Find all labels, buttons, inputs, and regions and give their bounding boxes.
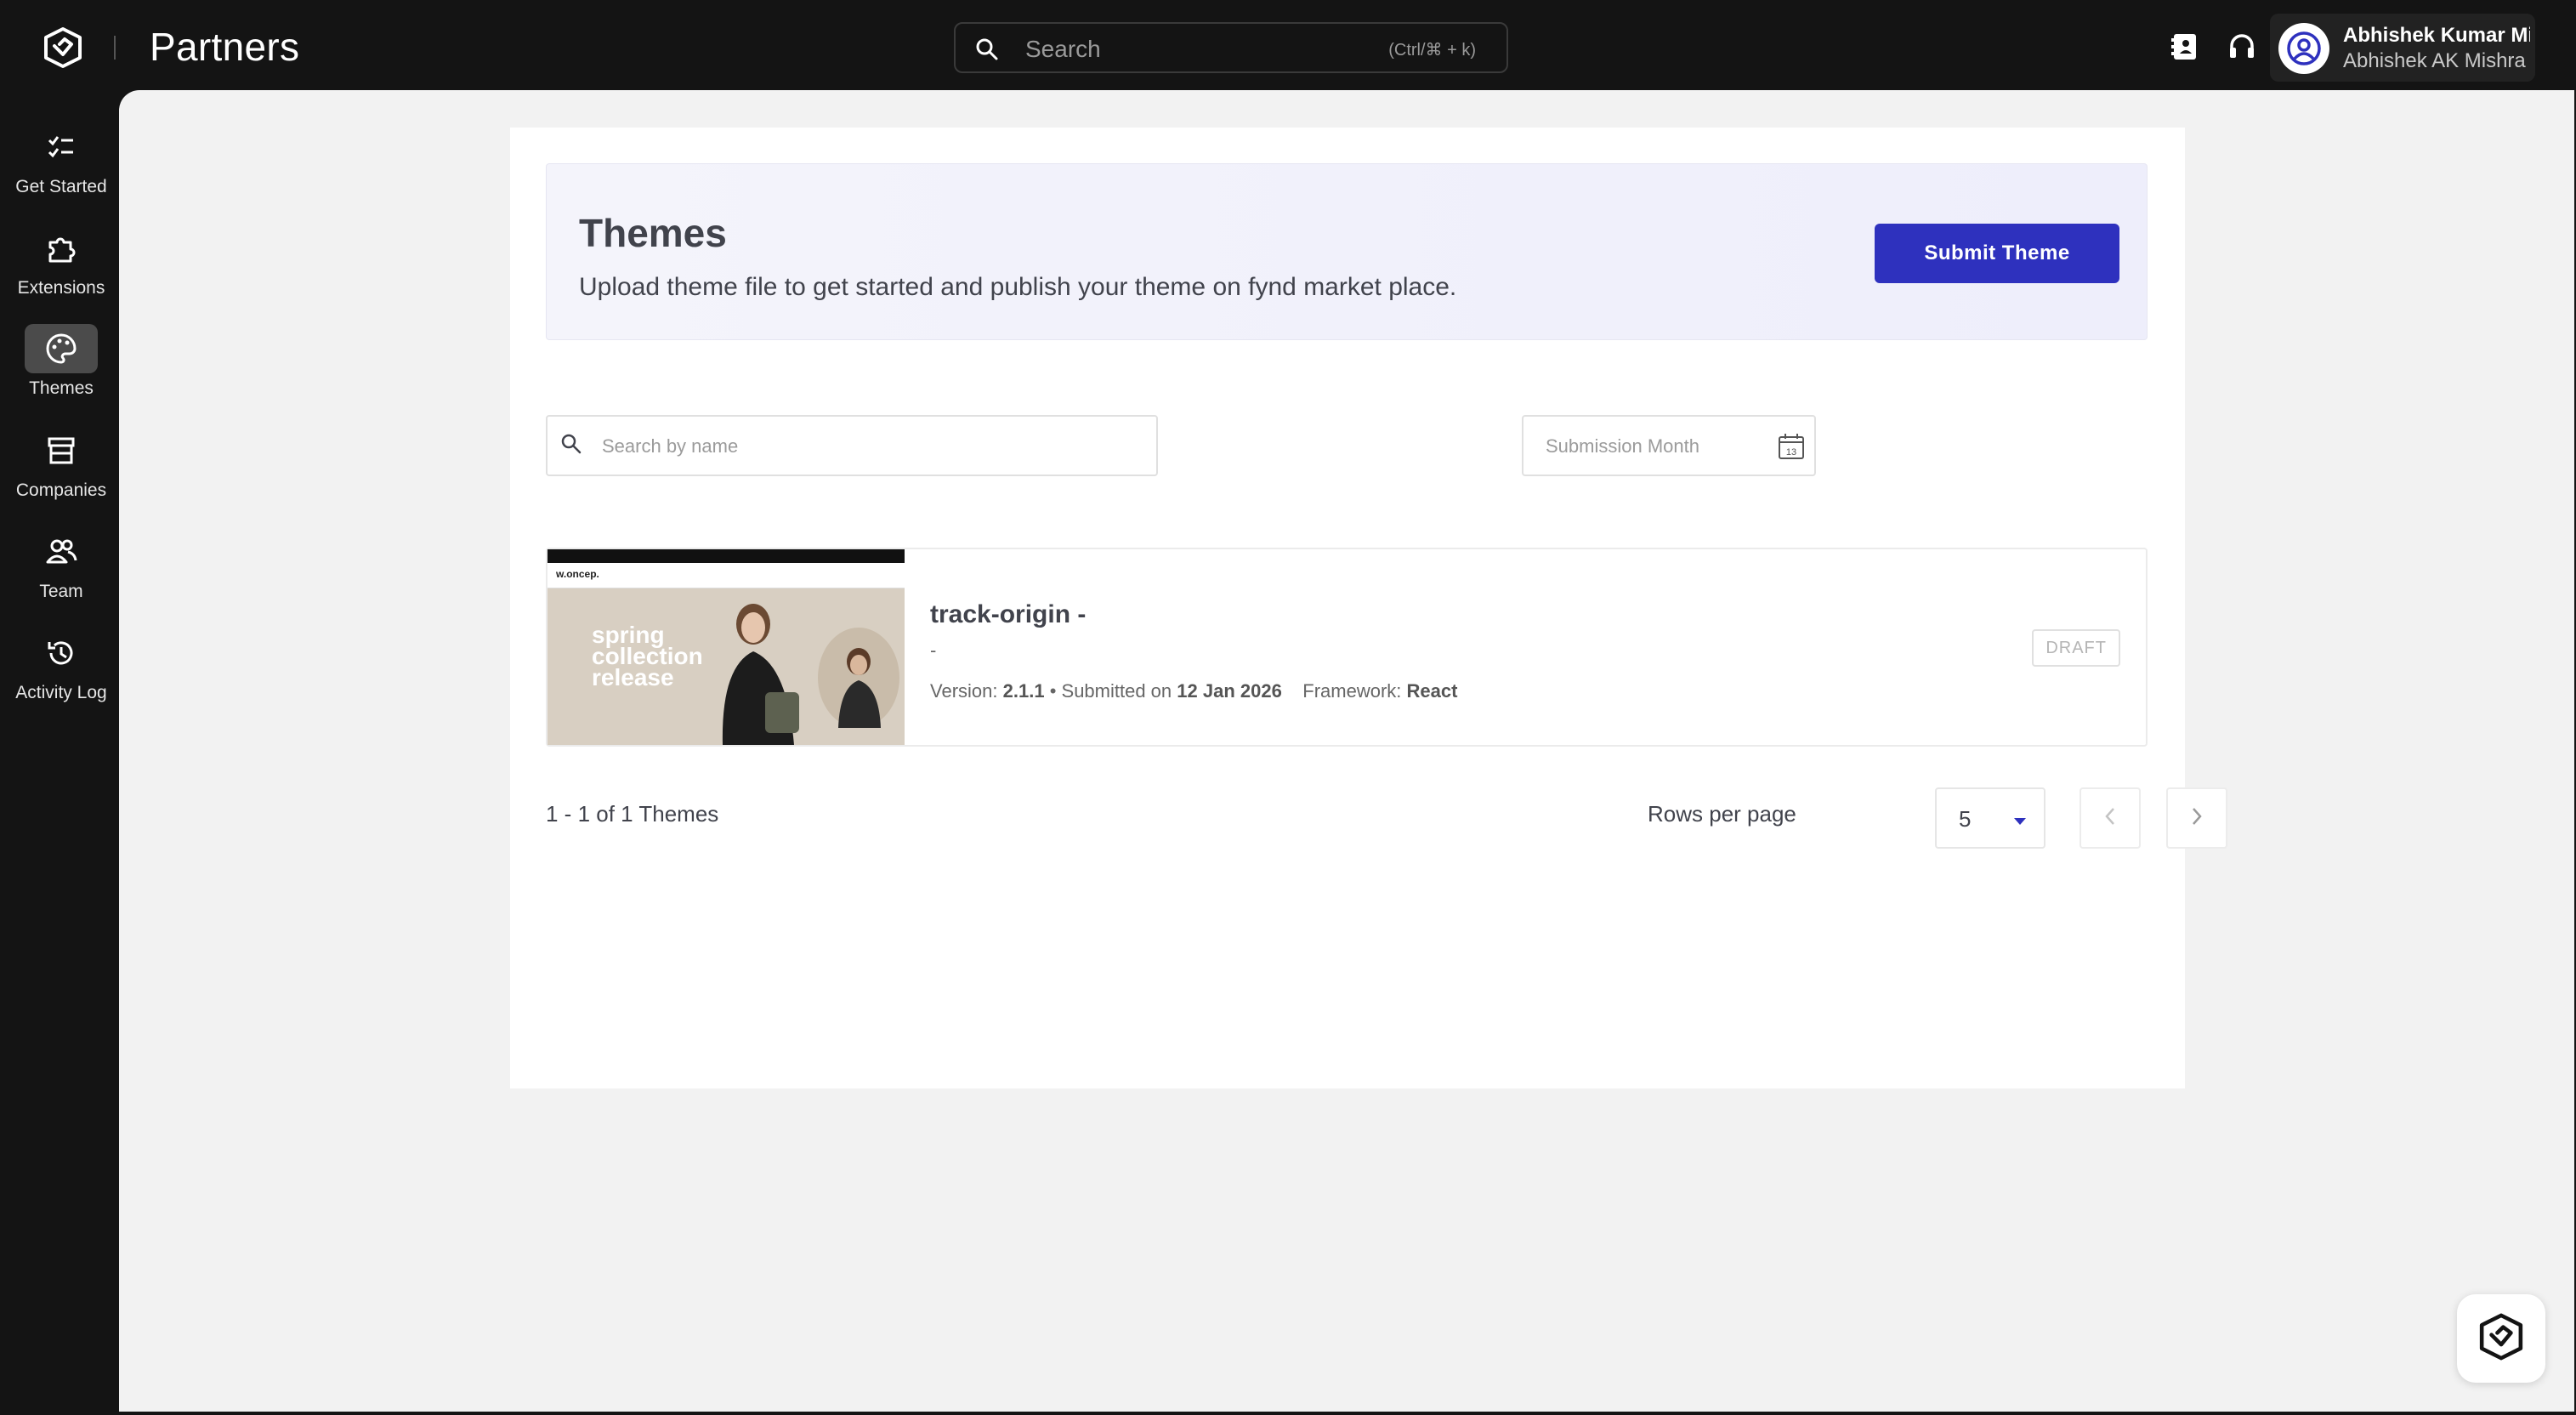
main-content: Themes Upload theme file to get started … [119,90,2574,1412]
fynd-logo-icon[interactable] [37,22,88,73]
search-shortcut: (Ctrl/⌘ + k) [1388,41,1476,60]
search-placeholder: Search [1025,36,1101,62]
thumbnail-topbar [548,549,905,563]
checklist-icon [25,122,98,172]
submitted-date: 12 Jan 2026 [1177,680,1282,702]
sidebar-item-label: Companies [15,480,107,500]
submitted-label: Submitted on [1061,680,1172,702]
rows-per-page-select[interactable]: 5 [1935,787,2045,849]
previous-page-button[interactable] [2080,787,2141,849]
palette-icon [25,324,98,373]
brand-title: Partners [150,25,300,69]
theme-meta: Version: 2.1.1 • Submitted on 12 Jan 202… [930,680,1457,702]
sidebar-item-team[interactable]: Team [0,527,122,612]
thumbnail-hero-text: spring collection release [592,622,703,690]
global-search[interactable]: Search (Ctrl/⌘ + k) [954,22,1508,73]
page-subtitle: Upload theme file to get started and pub… [579,273,1457,301]
sidebar-item-label: Extensions [17,278,105,298]
search-by-name-placeholder: Search by name [602,435,739,457]
sidebar-item-themes[interactable]: Themes [0,317,122,402]
contacts-book-icon[interactable] [2166,29,2202,65]
separator-dot: • [1049,680,1057,702]
thumbnail-model-image [706,599,808,745]
search-by-name-input[interactable]: Search by name [546,415,1158,476]
thumbnail-circle-image [818,628,899,728]
top-header: Partners Search (Ctrl/⌘ + k) Abhishek Ku… [0,0,2576,90]
pagination-summary: 1 - 1 of 1 Themes [546,801,719,827]
sidebar-item-label: Get Started [15,177,107,196]
theme-description: - [930,639,937,661]
help-chat-button[interactable] [2457,1294,2545,1383]
caret-down-icon [2013,815,2027,830]
user-menu[interactable]: Abhishek Kumar Mi... Abhishek AK Mishra [2270,14,2535,82]
theme-thumbnail: w.oncep. spring collection release [548,549,905,745]
calendar-day: 13 [1786,447,1796,457]
chevron-left-icon [2103,806,2117,831]
logo-divider [114,36,116,60]
themes-card: Themes Upload theme file to get started … [510,128,2227,1088]
team-icon [25,527,98,577]
rows-per-page-value: 5 [1959,806,1972,832]
sidebar-item-label: Team [39,582,83,601]
sidebar-item-extensions[interactable]: Extensions [0,224,122,309]
support-headset-icon[interactable] [2224,29,2260,65]
store-icon [25,426,98,475]
page-title: Themes [579,211,727,255]
user-name: Abhishek Kumar Mi... [2343,24,2530,47]
sidebar-item-label: Activity Log [15,683,107,702]
themes-banner: Themes Upload theme file to get started … [546,163,2148,340]
version-value: 2.1.1 [1002,680,1045,702]
status-badge: DRAFT [2032,629,2120,667]
sidebar: Get Started Extensions Themes Companies … [0,90,119,1415]
submission-month-picker[interactable]: Submission Month 13 [1522,415,1816,476]
theme-name[interactable]: track-origin - [930,600,1086,629]
search-icon [974,37,1000,66]
submission-month-placeholder: Submission Month [1546,435,1699,457]
framework-label: Framework: [1302,680,1402,702]
list-item[interactable]: w.oncep. spring collection release track… [546,548,2148,747]
version-label: Version: [930,680,998,702]
search-icon [559,432,583,460]
history-icon [25,628,98,678]
rows-per-page-label: Rows per page [1648,801,1796,827]
user-org: Abhishek AK Mishra [2343,49,2526,72]
avatar [2278,23,2329,74]
sidebar-item-activity-log[interactable]: Activity Log [0,628,122,713]
puzzle-icon [25,224,98,273]
thumbnail-brand: w.oncep. [556,568,599,580]
framework-value: React [1406,680,1458,702]
chevron-right-icon [2190,806,2204,831]
fynd-logo-icon [2474,1310,2528,1368]
submit-theme-button[interactable]: Submit Theme [1875,224,2119,283]
sidebar-item-label: Themes [29,378,94,398]
sidebar-item-companies[interactable]: Companies [0,426,122,511]
next-page-button[interactable] [2166,787,2227,849]
sidebar-item-get-started[interactable]: Get Started [0,122,122,207]
calendar-icon[interactable]: 13 [1777,432,1806,465]
